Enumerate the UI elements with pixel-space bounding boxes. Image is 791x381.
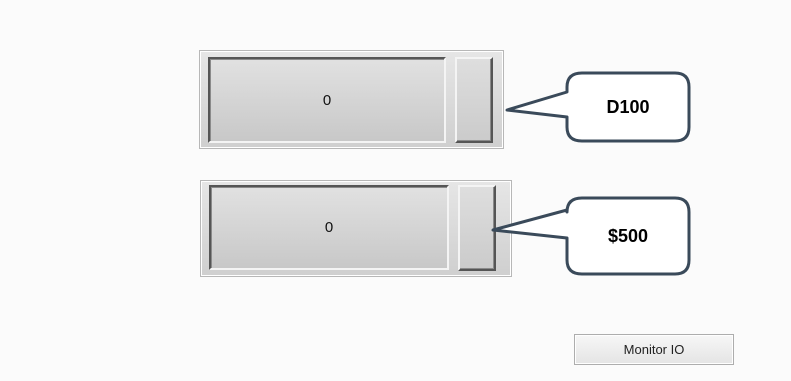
numeric-display-2-side-button[interactable] bbox=[458, 185, 496, 271]
numeric-display-1[interactable]: 0 bbox=[208, 57, 446, 143]
numeric-display-2[interactable]: 0 bbox=[209, 185, 449, 270]
numeric-display-widget-2: 0 bbox=[200, 180, 512, 277]
numeric-display-widget-1: 0 bbox=[199, 50, 504, 149]
numeric-display-1-value: 0 bbox=[322, 91, 332, 109]
callout-1-label: D100 bbox=[606, 96, 650, 117]
numeric-display-1-side-button[interactable] bbox=[455, 57, 493, 143]
numeric-display-2-value: 0 bbox=[324, 219, 334, 236]
monitor-io-button-label: Monitor IO bbox=[623, 342, 685, 357]
callout-2-label: $500 bbox=[607, 225, 649, 246]
monitor-io-button[interactable]: Monitor IO bbox=[574, 334, 734, 365]
